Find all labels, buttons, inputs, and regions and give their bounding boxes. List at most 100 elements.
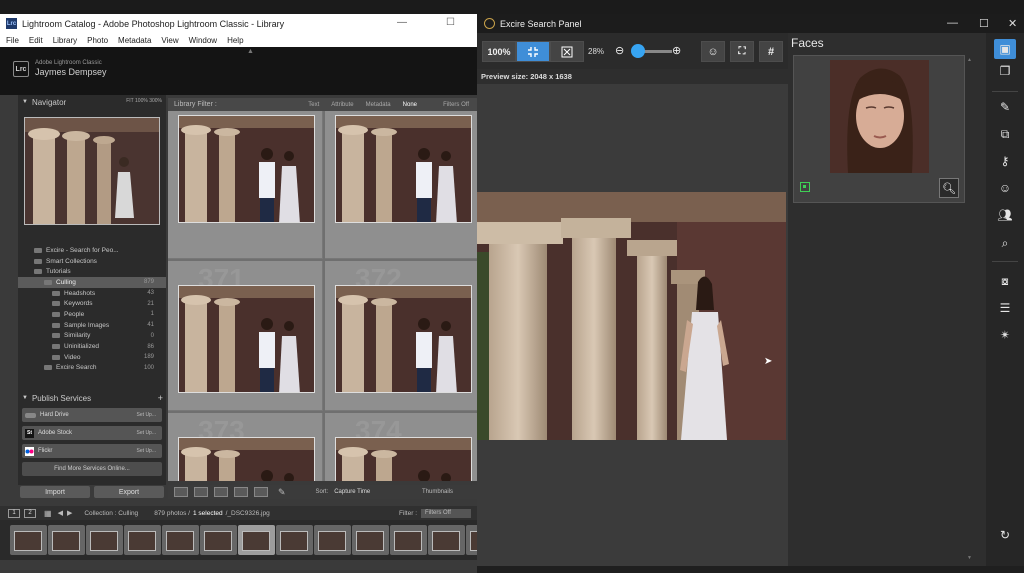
- face-search-button[interactable]: 🔍︎: [939, 178, 959, 198]
- navigator-header[interactable]: ▼ Navigator FIT 100% 300%: [18, 95, 166, 109]
- folder-row[interactable]: Sample Images 41: [18, 320, 166, 331]
- grid-cell[interactable]: [168, 111, 323, 259]
- thumbnails-slider-label[interactable]: Thumbnails: [422, 489, 453, 495]
- grid-cell[interactable]: 373: [168, 413, 323, 481]
- zoom-in-icon[interactable]: ⊕: [672, 44, 681, 57]
- fit-button[interactable]: [516, 41, 550, 62]
- key-icon[interactable]: ⚷: [994, 151, 1016, 171]
- search-icon[interactable]: ⌕: [994, 233, 1016, 253]
- photo-thumbnail[interactable]: [178, 115, 315, 223]
- menu-window[interactable]: Window: [189, 36, 217, 45]
- menu-metadata[interactable]: Metadata: [118, 36, 151, 45]
- grid-cell[interactable]: [325, 111, 477, 259]
- selected-filename[interactable]: /_DSC9326.jpg: [226, 510, 270, 517]
- setup-link[interactable]: Set Up...: [137, 430, 156, 436]
- menu-photo[interactable]: Photo: [87, 36, 108, 45]
- filmstrip-thumbnail[interactable]: [390, 525, 427, 555]
- maximize-icon[interactable]: ☐: [446, 17, 455, 28]
- face-thumbnail[interactable]: [830, 60, 929, 173]
- publish-services-header[interactable]: ▼ Publish Services +: [18, 392, 166, 404]
- refresh-icon[interactable]: ↻: [994, 525, 1016, 545]
- scroll-up-icon[interactable]: ▲: [967, 57, 972, 63]
- filmstrip-thumbnail[interactable]: [352, 525, 389, 555]
- grid-cell[interactable]: 371: [168, 261, 323, 411]
- folder-row[interactable]: Uninitialized 86: [18, 341, 166, 352]
- setup-link[interactable]: Set Up...: [137, 412, 156, 418]
- face-target-icon[interactable]: [800, 182, 810, 192]
- filter-attribute-tab[interactable]: Attribute: [331, 102, 353, 108]
- close-icon[interactable]: ✕: [1008, 17, 1017, 30]
- zoom-out-icon[interactable]: ⊖: [615, 44, 624, 57]
- filter-text-tab[interactable]: Text: [308, 102, 319, 108]
- sort-icon[interactable]: ☰: [994, 298, 1016, 318]
- people-icon[interactable]: 👥︎: [994, 205, 1016, 225]
- photo-thumbnail[interactable]: [178, 285, 315, 393]
- edit-icon[interactable]: ✎: [994, 97, 1016, 117]
- zoom-slider-handle[interactable]: [631, 44, 645, 58]
- magic-icon[interactable]: ✴: [994, 325, 1016, 345]
- publish-flickr[interactable]: Flickr Set Up...: [22, 444, 162, 458]
- minimize-icon[interactable]: —: [947, 17, 958, 29]
- photo-thumbnail[interactable]: [178, 437, 315, 481]
- image-search-icon[interactable]: ⧇: [994, 271, 1016, 291]
- secondary-window-2[interactable]: 2: [24, 508, 36, 518]
- face-card[interactable]: 🔍︎: [793, 55, 965, 203]
- back-arrow-icon[interactable]: ◀: [58, 509, 63, 517]
- setup-link[interactable]: Set Up...: [137, 448, 156, 454]
- grid-view-icon[interactable]: [174, 487, 188, 497]
- folder-row[interactable]: Culling 879: [18, 277, 166, 288]
- grid-button[interactable]: #: [759, 41, 783, 62]
- face-icon[interactable]: ☺: [994, 178, 1016, 198]
- folder-row[interactable]: Keywords 21: [18, 298, 166, 309]
- menu-help[interactable]: Help: [227, 36, 243, 45]
- filmstrip-thumbnail[interactable]: [10, 525, 47, 555]
- folder-row[interactable]: Excire - Search for Peo...: [18, 245, 166, 256]
- grid-small-icon[interactable]: ▦: [44, 509, 52, 518]
- folder-row[interactable]: Video 189: [18, 352, 166, 363]
- filters-off-dropdown[interactable]: Filters Off: [443, 102, 469, 108]
- filmstrip-thumbnail[interactable]: [86, 525, 123, 555]
- filmstrip-thumbnail[interactable]: [200, 525, 237, 555]
- zoom-100-button[interactable]: 100%: [482, 41, 516, 62]
- folder-row[interactable]: Similarity 0: [18, 331, 166, 342]
- filmstrip-thumbnail[interactable]: [124, 525, 161, 555]
- folder-row[interactable]: Excire Search 100: [18, 363, 166, 374]
- folder-row[interactable]: Smart Collections: [18, 256, 166, 267]
- publish-adobe-stock[interactable]: St Adobe Stock Set Up...: [22, 426, 162, 440]
- filmstrip-thumbnail[interactable]: [276, 525, 313, 555]
- menu-file[interactable]: File: [6, 36, 19, 45]
- face-detect-button[interactable]: ☺: [701, 41, 725, 62]
- menu-view[interactable]: View: [161, 36, 178, 45]
- frame-button[interactable]: ⛶: [730, 41, 754, 62]
- grid-cell[interactable]: 372: [325, 261, 477, 411]
- filmstrip-thumbnail[interactable]: [238, 525, 275, 555]
- collection-icon[interactable]: ❐: [994, 61, 1016, 81]
- photo-thumbnail[interactable]: [335, 437, 472, 481]
- compare-view-icon[interactable]: [214, 487, 228, 497]
- sort-dropdown[interactable]: Capture Time: [334, 489, 370, 495]
- filter-metadata-tab[interactable]: Metadata: [366, 102, 391, 108]
- image-icon[interactable]: ▣: [994, 39, 1016, 59]
- publish-hard-drive[interactable]: Hard Drive Set Up...: [22, 408, 162, 422]
- scroll-down-icon[interactable]: ▼: [967, 555, 972, 561]
- survey-view-icon[interactable]: [234, 487, 248, 497]
- duplicate-icon[interactable]: ⧉: [994, 124, 1016, 144]
- filter-none-tab[interactable]: None: [403, 102, 417, 108]
- secondary-window-1[interactable]: 1: [8, 508, 20, 518]
- preview-area[interactable]: ➤: [477, 84, 788, 566]
- filmstrip-thumbnail[interactable]: [314, 525, 351, 555]
- folder-row[interactable]: Tutorials: [18, 266, 166, 277]
- people-view-icon[interactable]: [254, 487, 268, 497]
- grid-cell[interactable]: 374: [325, 413, 477, 481]
- maximize-icon[interactable]: ☐: [979, 17, 989, 30]
- photo-thumbnail[interactable]: [335, 285, 472, 393]
- filmstrip-thumbnail[interactable]: [466, 525, 477, 555]
- loupe-view-icon[interactable]: [194, 487, 208, 497]
- filmstrip-filter-dropdown[interactable]: Filters Off: [421, 508, 471, 518]
- filmstrip-thumbnail[interactable]: [162, 525, 199, 555]
- navigator-zoom-options[interactable]: FIT 100% 300%: [126, 98, 162, 104]
- filmstrip-breadcrumb[interactable]: Collection : Culling: [84, 510, 138, 517]
- find-more-services-button[interactable]: Find More Services Online...: [22, 462, 162, 476]
- forward-arrow-icon[interactable]: ▶: [67, 509, 72, 517]
- photo-thumbnail[interactable]: [335, 115, 472, 223]
